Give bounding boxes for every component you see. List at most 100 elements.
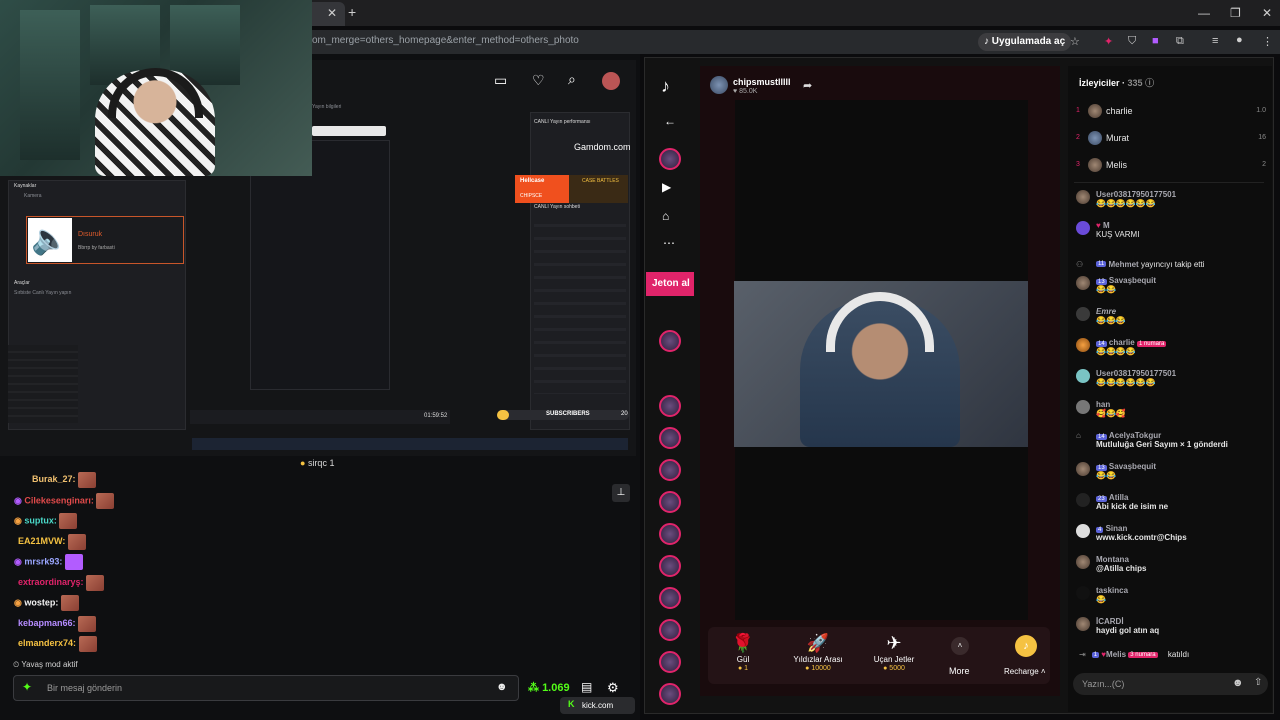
- minimize-icon[interactable]: —: [1198, 6, 1210, 20]
- gift-name: Yıldızlar Arası: [793, 655, 843, 664]
- recharge-button[interactable]: Recharge ˄: [1004, 667, 1046, 676]
- chevron-up-icon[interactable]: ˄: [951, 637, 969, 655]
- gift-icon[interactable]: ▤: [581, 680, 592, 694]
- windows-taskbar: [192, 438, 628, 450]
- channel-points[interactable]: ⁂ 1.069: [528, 681, 570, 694]
- share-arrow-icon[interactable]: ➦: [803, 79, 812, 92]
- live-avatar[interactable]: [659, 491, 681, 513]
- bookmark-star-icon[interactable]: ☆: [1070, 35, 1080, 48]
- gift-cost: ● 10000: [805, 665, 831, 672]
- menu-dots-icon[interactable]: ⋮: [1262, 35, 1273, 48]
- tiktok-logo-icon[interactable]: ♪: [661, 76, 670, 97]
- gift-rose[interactable]: 🌹 Gül ● 1: [708, 633, 778, 672]
- obs-source-item: Kamera: [24, 193, 42, 199]
- maximize-icon[interactable]: ❐: [1230, 6, 1241, 20]
- subscribers-label: SUBSCRIBERS: [546, 411, 590, 417]
- top-viewer-row[interactable]: 2 Murat 16: [1076, 124, 1266, 151]
- live-avatar[interactable]: [659, 523, 681, 545]
- extension-purple-icon[interactable]: ■: [1152, 35, 1159, 47]
- search-icon[interactable]: ⌕: [568, 71, 576, 88]
- live-avatar[interactable]: [659, 619, 681, 641]
- live-avatar[interactable]: [659, 427, 681, 449]
- media-icon[interactable]: ≡: [1212, 35, 1218, 47]
- info-icon[interactable]: ⓘ: [1145, 78, 1154, 88]
- chat-user: EA21MVW:: [18, 535, 66, 546]
- tiktok-chat-list: User03817950177501 😂😂😂😂😂😂 ♥ M KUŞ VARMI ⚇ 1…: [1076, 190, 1268, 648]
- live-avatar[interactable]: [659, 651, 681, 673]
- obs-live-chat-list: [534, 214, 626, 394]
- live-avatar[interactable]: [659, 330, 681, 352]
- slow-mode-text: Yavaş mod aktif: [21, 660, 78, 669]
- join-notice: ⇥ 1 ♥ Melis 3 numara katıldı: [1079, 650, 1190, 659]
- hellcase-label: Hellcase: [520, 178, 545, 184]
- points-value: 1.069: [542, 682, 570, 694]
- live-avatar[interactable]: [659, 555, 681, 577]
- back-arrow-icon[interactable]: ←: [664, 114, 676, 128]
- live-avatar[interactable]: [659, 587, 681, 609]
- puzzle-icon[interactable]: ⧉: [1176, 35, 1184, 48]
- jet-icon: ✈: [886, 633, 902, 653]
- gift-name: Uçan Jetler: [873, 655, 915, 664]
- obs-live-chat: CANLI Yayın sohbeti: [534, 204, 580, 210]
- message-placeholder: Bir mesaj gönderin: [47, 683, 123, 693]
- divider: [1074, 182, 1264, 183]
- shield-icon[interactable]: ⛉: [1128, 35, 1136, 48]
- buy-coins-label: Jeton al: [652, 278, 690, 289]
- settings-gear-icon[interactable]: ⚙: [607, 680, 619, 696]
- gift-flying-jets[interactable]: ✈ Uçan Jetler ● 5000: [859, 633, 929, 672]
- new-tab-button[interactable]: +: [348, 4, 356, 20]
- streamer-likes: ♥ 85.0K: [733, 88, 758, 95]
- gift-interstellar[interactable]: 🚀 Yıldızlar Arası ● 10000: [783, 633, 853, 672]
- subscribers-count: 20: [621, 411, 628, 417]
- gift-cost: ● 1: [737, 665, 749, 672]
- obs-tools-item: Sırbiste Canlı Yayın yapın: [14, 290, 72, 296]
- chat-row: extraordinaryş:: [14, 574, 614, 596]
- top-viewer-row[interactable]: 1 charlie 1.0: [1076, 97, 1266, 124]
- avatar[interactable]: [602, 72, 620, 90]
- streamer-avatar[interactable]: [710, 76, 728, 94]
- tiktok-chat-placeholder: Yazın...(C): [1082, 679, 1125, 689]
- emoji-icon[interactable]: ☻: [1232, 677, 1244, 689]
- live-avatar[interactable]: [659, 395, 681, 417]
- video-icon[interactable]: ▶: [662, 180, 671, 194]
- open-in-app-label: Uygulamada aç: [991, 36, 1066, 47]
- pin-button[interactable]: ⊥: [612, 484, 630, 502]
- buy-coins-button[interactable]: Jeton al: [646, 272, 694, 296]
- top-viewer-row[interactable]: 3 Melis 2: [1076, 151, 1266, 178]
- url-text[interactable]: om_merge=others_homepage&enter_method=ot…: [312, 35, 579, 46]
- theater-mode-icon[interactable]: ▭: [494, 72, 507, 89]
- chat-user: wostep:: [24, 597, 59, 608]
- viewer-coin-icon: ●: [300, 458, 308, 468]
- viewers-header: İzleyiciler · 335 ⓘ: [1079, 78, 1155, 88]
- emoji-icon[interactable]: ☻: [496, 681, 508, 693]
- enter-icon: ⇥: [1079, 650, 1086, 659]
- extension-icon[interactable]: ✦: [1104, 35, 1113, 48]
- media-time: 01:59:52: [424, 413, 448, 419]
- profile-avatar[interactable]: ●: [1236, 34, 1243, 46]
- obs-mini-chat: [8, 345, 78, 423]
- top-viewers-list: 1 charlie 1.0 2 Murat 16 3 Melis 2: [1076, 97, 1266, 178]
- window-close-icon[interactable]: ✕: [1262, 6, 1272, 20]
- live-avatar[interactable]: [659, 148, 681, 170]
- heart-icon[interactable]: ♡: [532, 72, 545, 89]
- streamer-name[interactable]: chipsmustlllll: [733, 77, 791, 87]
- gift-cost: ● 5000: [883, 665, 905, 672]
- chat-row: elmanderx74:: [14, 636, 614, 657]
- chat-user: Cilekesenginarı:: [24, 494, 94, 505]
- chat-row: 14 charlie 1 numara 😂😂😂😂: [1076, 338, 1268, 369]
- coin-icon[interactable]: ♪: [1015, 635, 1037, 657]
- emote-star-icon[interactable]: ✦: [22, 680, 32, 694]
- viewer-line: ● sirqc 1: [300, 458, 334, 468]
- more-dots-icon[interactable]: ⋯: [663, 236, 675, 250]
- tab-close-icon[interactable]: ✕: [327, 6, 337, 20]
- live-avatar[interactable]: [659, 683, 681, 705]
- live-avatar[interactable]: [659, 459, 681, 481]
- obs-notification: [312, 126, 386, 136]
- more-gifts-button[interactable]: More: [949, 666, 970, 676]
- home-icon[interactable]: ⌂: [662, 209, 669, 223]
- send-arrow-icon[interactable]: ⇧: [1254, 677, 1262, 688]
- open-in-app-button[interactable]: ♪ Uygulamada aç: [978, 33, 1072, 51]
- chat-row: ⚇ 11 Mehmet yayıncıyı takip etti: [1076, 259, 1205, 269]
- kick-logo-icon: K: [568, 699, 575, 709]
- gamdom-label: Gamdom.com: [574, 142, 631, 152]
